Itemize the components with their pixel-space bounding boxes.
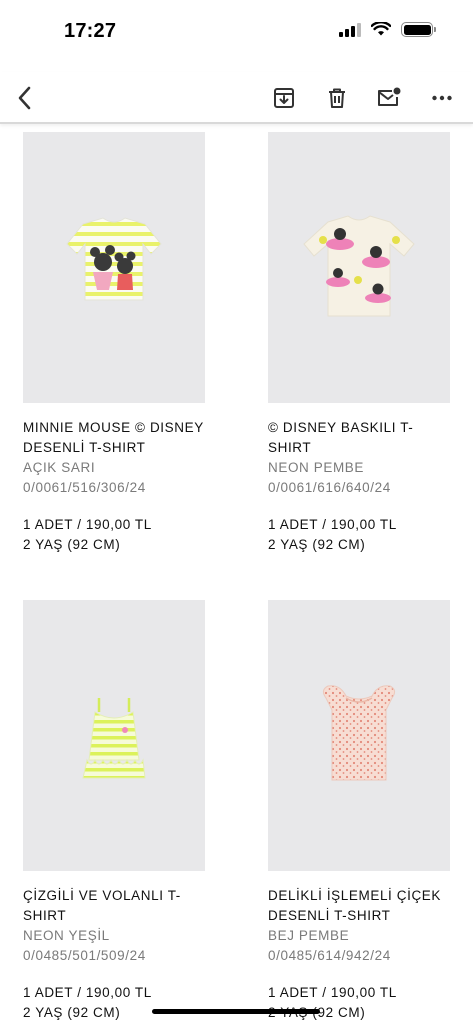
- more-button[interactable]: [426, 82, 458, 114]
- chevron-left-icon: [18, 86, 31, 110]
- delete-button[interactable]: [321, 82, 353, 114]
- product-info: MINNIE MOUSE © DISNEY DESENLİ T-SHIRT AÇ…: [23, 418, 205, 555]
- product-card[interactable]: DELİKLİ İŞLEMELİ ÇİÇEK DESENLİ T-SHIRT B…: [268, 600, 450, 1023]
- product-card[interactable]: MINNIE MOUSE © DISNEY DESENLİ T-SHIRT AÇ…: [23, 132, 205, 555]
- product-image-striped-top[interactable]: [23, 600, 205, 871]
- product-quantity-price: 1 ADET / 190,00 TL: [23, 985, 152, 1000]
- product-image-minnie-tshirt[interactable]: [23, 132, 205, 403]
- trash-icon: [329, 88, 345, 108]
- archive-button[interactable]: [268, 82, 300, 114]
- product-color: BEJ PEMBE: [268, 928, 350, 943]
- product-reference: 0/0061/516/306/24: [23, 480, 146, 495]
- back-button[interactable]: [9, 82, 41, 114]
- home-indicator[interactable]: [152, 1009, 320, 1014]
- product-reference: 0/0485/614/942/24: [268, 948, 391, 963]
- cellular-signal-icon: [339, 22, 361, 37]
- product-quantity-price: 1 ADET / 190,00 TL: [268, 985, 397, 1000]
- product-info: ÇİZGİLİ VE VOLANLI T-SHIRT NEON YEŞİL 0/…: [23, 886, 205, 1023]
- product-name: © DISNEY BASKILI T-SHIRT: [268, 420, 414, 455]
- product-card[interactable]: © DISNEY BASKILI T-SHIRT NEON PEMBE 0/00…: [268, 132, 450, 555]
- product-quantity-price: 1 ADET / 190,00 TL: [23, 517, 152, 532]
- mail-toolbar: [0, 72, 473, 124]
- archive-icon: [274, 88, 294, 108]
- wifi-icon: [371, 22, 391, 36]
- more-icon: [432, 95, 452, 101]
- product-name: DELİKLİ İŞLEMELİ ÇİÇEK DESENLİ T-SHIRT: [268, 888, 442, 923]
- battery-icon: [401, 22, 436, 37]
- product-reference: 0/0485/501/509/24: [23, 948, 146, 963]
- status-bar: 17:27: [0, 0, 473, 62]
- product-info: © DISNEY BASKILI T-SHIRT NEON PEMBE 0/00…: [268, 418, 450, 555]
- product-color: NEON PEMBE: [268, 460, 365, 475]
- product-name: ÇİZGİLİ VE VOLANLI T-SHIRT: [23, 888, 181, 923]
- mark-unread-button[interactable]: [373, 82, 405, 114]
- product-name: MINNIE MOUSE © DISNEY DESENLİ T-SHIRT: [23, 420, 204, 455]
- mail-unread-icon: [378, 87, 401, 106]
- product-image-floral-top[interactable]: [268, 600, 450, 871]
- product-image-disney-tshirt[interactable]: [268, 132, 450, 403]
- product-card[interactable]: ÇİZGİLİ VE VOLANLI T-SHIRT NEON YEŞİL 0/…: [23, 600, 205, 1023]
- product-reference: 0/0061/616/640/24: [268, 480, 391, 495]
- product-color: NEON YEŞİL: [23, 928, 110, 943]
- product-size: 2 YAŞ (92 CM): [268, 537, 366, 552]
- status-icons: [339, 22, 436, 37]
- status-time: 17:27: [64, 20, 117, 42]
- product-info: DELİKLİ İŞLEMELİ ÇİÇEK DESENLİ T-SHIRT B…: [268, 886, 450, 1023]
- product-quantity-price: 1 ADET / 190,00 TL: [268, 517, 397, 532]
- product-size: 2 YAŞ (92 CM): [23, 537, 121, 552]
- product-color: AÇIK SARI: [23, 460, 96, 475]
